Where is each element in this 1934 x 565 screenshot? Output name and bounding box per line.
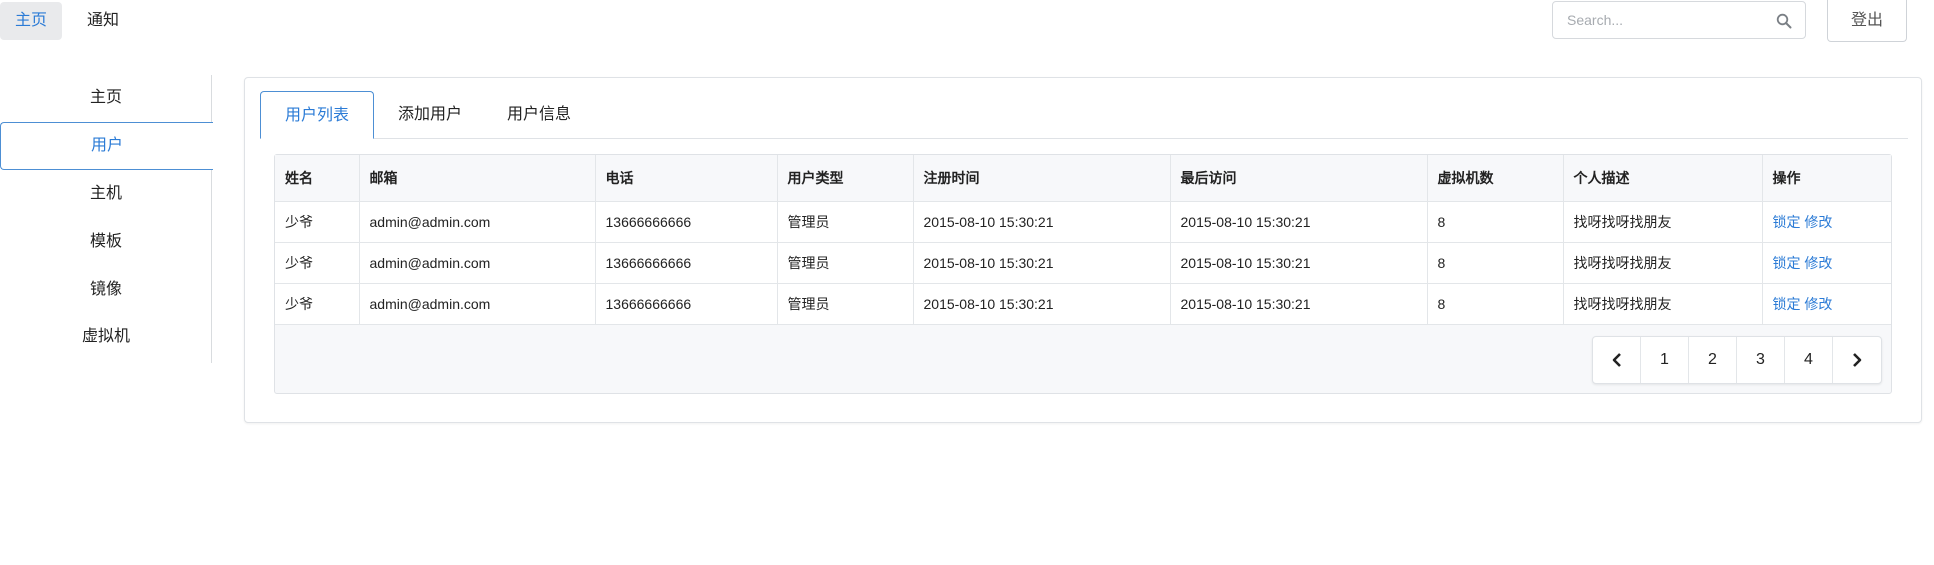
cell-description: 找呀找呀找朋友 — [1563, 201, 1763, 243]
col-header-actions: 操作 — [1762, 155, 1891, 202]
search-box — [1552, 1, 1806, 39]
pagination-prev-button[interactable] — [1593, 337, 1641, 383]
cell-description: 找呀找呀找朋友 — [1563, 242, 1763, 284]
table-header-row: 姓名 邮箱 电话 用户类型 注册时间 最后访问 虚拟机数 个人描述 操作 — [275, 155, 1891, 202]
col-header-registered[interactable]: 注册时间 — [913, 155, 1171, 202]
sidebar-item-vms[interactable]: 虚拟机 — [0, 314, 212, 360]
cell-phone: 13666666666 — [595, 201, 778, 243]
tab-label: 用户信息 — [507, 106, 572, 123]
sidebar-item-label: 虚拟机 — [81, 328, 130, 345]
tab-label: 用户列表 — [285, 107, 350, 124]
table-row: 少爷 admin@admin.com 13666666666 管理员 2015-… — [275, 283, 1891, 325]
col-header-name[interactable]: 姓名 — [275, 155, 360, 202]
cell-last-visit: 2015-08-10 15:30:21 — [1170, 242, 1428, 284]
pagination-page-4[interactable]: 4 — [1785, 337, 1833, 383]
sidebar-item-hosts[interactable]: 主机 — [0, 171, 212, 217]
tab-user-list[interactable]: 用户列表 — [260, 91, 375, 139]
edit-link[interactable]: 修改 — [1804, 255, 1832, 271]
edit-link[interactable]: 修改 — [1804, 296, 1832, 312]
cell-email: admin@admin.com — [359, 242, 596, 284]
cell-actions: 锁定 修改 — [1762, 242, 1891, 284]
nav-tab-notifications[interactable]: 通知 — [72, 2, 134, 40]
lock-link[interactable]: 锁定 — [1773, 296, 1801, 312]
edit-link[interactable]: 修改 — [1804, 214, 1832, 230]
cell-last-visit: 2015-08-10 15:30:21 — [1170, 283, 1428, 325]
cell-user-type: 管理员 — [777, 283, 914, 325]
cell-phone: 13666666666 — [595, 242, 778, 284]
cell-email: admin@admin.com — [359, 201, 596, 243]
col-header-user-type[interactable]: 用户类型 — [777, 155, 914, 202]
cell-vm-count: 8 — [1427, 201, 1564, 243]
lock-link[interactable]: 锁定 — [1773, 255, 1801, 271]
sidebar-item-label: 镜像 — [89, 281, 122, 298]
user-table: 姓名 邮箱 电话 用户类型 注册时间 最后访问 虚拟机数 个人描述 操作 少爷 … — [275, 155, 1891, 325]
col-header-description[interactable]: 个人描述 — [1563, 155, 1763, 202]
search-icon[interactable] — [1776, 13, 1792, 29]
cell-name: 少爷 — [275, 283, 360, 325]
sidebar-item-images[interactable]: 镜像 — [0, 267, 212, 313]
pagination: 1 2 3 4 — [1592, 336, 1882, 384]
content-tabs: 用户列表 添加用户 用户信息 — [260, 91, 1908, 139]
cell-registered: 2015-08-10 15:30:21 — [913, 242, 1171, 284]
col-header-email[interactable]: 邮箱 — [359, 155, 596, 202]
nav-tab-label: 通知 — [87, 12, 120, 29]
nav-tab-label: 主页 — [15, 12, 48, 29]
chevron-left-icon — [1612, 352, 1621, 367]
sidebar-item-label: 主页 — [89, 89, 122, 106]
cell-name: 少爷 — [275, 242, 360, 284]
main-panel: 用户列表 添加用户 用户信息 姓名 邮箱 电话 用户类型 注册时间 最后访问 虚… — [244, 77, 1922, 423]
sidebar-item-home[interactable]: 主页 — [0, 75, 212, 121]
user-table-container: 姓名 邮箱 电话 用户类型 注册时间 最后访问 虚拟机数 个人描述 操作 少爷 … — [274, 154, 1892, 394]
cell-phone: 13666666666 — [595, 283, 778, 325]
sidebar-item-users[interactable]: 用户 — [0, 122, 213, 170]
cell-vm-count: 8 — [1427, 242, 1564, 284]
table-row: 少爷 admin@admin.com 13666666666 管理员 2015-… — [275, 201, 1891, 243]
chevron-right-icon — [1853, 352, 1862, 367]
pagination-page-2[interactable]: 2 — [1689, 337, 1737, 383]
cell-registered: 2015-08-10 15:30:21 — [913, 201, 1171, 243]
logout-button[interactable]: 登出 — [1827, 0, 1907, 42]
sidebar-item-label: 用户 — [90, 137, 123, 154]
search-input[interactable] — [1567, 10, 1767, 30]
pagination-next-button[interactable] — [1833, 337, 1881, 383]
sidebar-item-label: 主机 — [89, 185, 122, 202]
tab-add-user[interactable]: 添加用户 — [374, 91, 486, 139]
cell-actions: 锁定 修改 — [1762, 201, 1891, 243]
cell-last-visit: 2015-08-10 15:30:21 — [1170, 201, 1428, 243]
nav-tab-home[interactable]: 主页 — [0, 2, 63, 40]
cell-vm-count: 8 — [1427, 283, 1564, 325]
cell-actions: 锁定 修改 — [1762, 283, 1891, 325]
pagination-page-1[interactable]: 1 — [1641, 337, 1689, 383]
sidebar-item-templates[interactable]: 模板 — [0, 219, 212, 265]
top-navbar: 主页 通知 登出 — [0, 0, 1934, 50]
cell-email: admin@admin.com — [359, 283, 596, 325]
cell-user-type: 管理员 — [777, 201, 914, 243]
lock-link[interactable]: 锁定 — [1773, 214, 1801, 230]
cell-user-type: 管理员 — [777, 242, 914, 284]
table-row: 少爷 admin@admin.com 13666666666 管理员 2015-… — [275, 242, 1891, 284]
col-header-last-visit[interactable]: 最后访问 — [1170, 155, 1428, 202]
cell-name: 少爷 — [275, 201, 360, 243]
cell-registered: 2015-08-10 15:30:21 — [913, 283, 1171, 325]
tab-user-info[interactable]: 用户信息 — [483, 91, 595, 139]
sidebar-item-label: 模板 — [89, 233, 122, 250]
tab-label: 添加用户 — [398, 106, 463, 123]
col-header-phone[interactable]: 电话 — [595, 155, 778, 202]
sidebar: 主页 用户 主机 模板 镜像 虚拟机 — [0, 75, 213, 363]
col-header-vm-count[interactable]: 虚拟机数 — [1427, 155, 1564, 202]
cell-description: 找呀找呀找朋友 — [1563, 283, 1763, 325]
pagination-page-3[interactable]: 3 — [1737, 337, 1785, 383]
